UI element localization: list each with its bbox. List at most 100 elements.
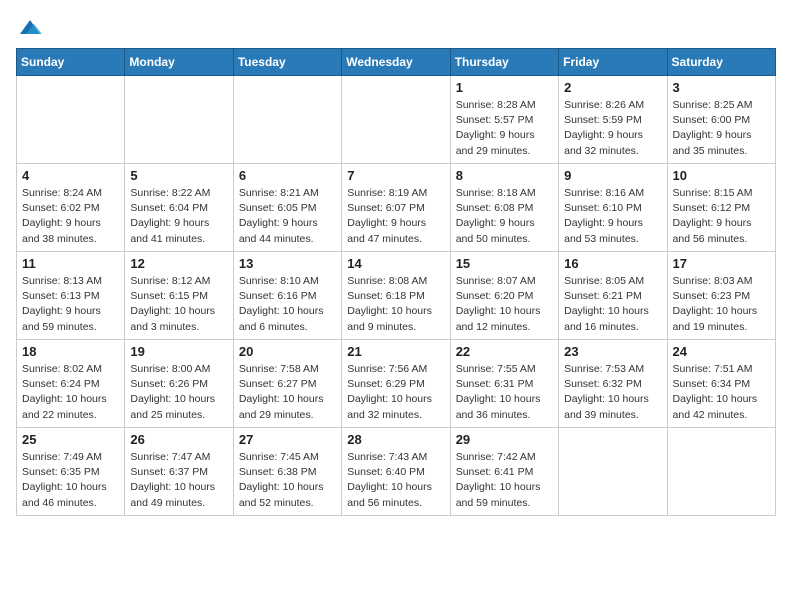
day-header-thursday: Thursday bbox=[450, 49, 558, 76]
day-number: 2 bbox=[564, 80, 661, 95]
calendar-cell bbox=[559, 428, 667, 516]
calendar-header-row: SundayMondayTuesdayWednesdayThursdayFrid… bbox=[17, 49, 776, 76]
day-info: Sunrise: 7:56 AMSunset: 6:29 PMDaylight:… bbox=[347, 362, 444, 423]
calendar-cell: 21 Sunrise: 7:56 AMSunset: 6:29 PMDayligh… bbox=[342, 340, 450, 428]
calendar-week-1: 1 Sunrise: 8:28 AMSunset: 5:57 PMDaylight… bbox=[17, 76, 776, 164]
day-info: Sunrise: 8:08 AMSunset: 6:18 PMDaylight:… bbox=[347, 274, 444, 335]
day-info: Sunrise: 8:24 AMSunset: 6:02 PMDaylight:… bbox=[22, 186, 119, 247]
calendar-cell bbox=[233, 76, 341, 164]
calendar-cell: 25 Sunrise: 7:49 AMSunset: 6:35 PMDayligh… bbox=[17, 428, 125, 516]
calendar-cell: 10 Sunrise: 8:15 AMSunset: 6:12 PMDayligh… bbox=[667, 164, 775, 252]
calendar-cell bbox=[667, 428, 775, 516]
calendar-cell: 15 Sunrise: 8:07 AMSunset: 6:20 PMDayligh… bbox=[450, 252, 558, 340]
day-number: 21 bbox=[347, 344, 444, 359]
day-number: 13 bbox=[239, 256, 336, 271]
day-number: 17 bbox=[673, 256, 770, 271]
calendar-cell: 1 Sunrise: 8:28 AMSunset: 5:57 PMDaylight… bbox=[450, 76, 558, 164]
day-number: 11 bbox=[22, 256, 119, 271]
day-number: 16 bbox=[564, 256, 661, 271]
calendar-cell: 27 Sunrise: 7:45 AMSunset: 6:38 PMDayligh… bbox=[233, 428, 341, 516]
calendar-cell: 23 Sunrise: 7:53 AMSunset: 6:32 PMDayligh… bbox=[559, 340, 667, 428]
day-info: Sunrise: 8:22 AMSunset: 6:04 PMDaylight:… bbox=[130, 186, 227, 247]
day-info: Sunrise: 8:07 AMSunset: 6:20 PMDaylight:… bbox=[456, 274, 553, 335]
day-number: 29 bbox=[456, 432, 553, 447]
calendar-week-5: 25 Sunrise: 7:49 AMSunset: 6:35 PMDayligh… bbox=[17, 428, 776, 516]
day-header-saturday: Saturday bbox=[667, 49, 775, 76]
day-number: 9 bbox=[564, 168, 661, 183]
calendar-cell: 26 Sunrise: 7:47 AMSunset: 6:37 PMDayligh… bbox=[125, 428, 233, 516]
calendar-cell: 13 Sunrise: 8:10 AMSunset: 6:16 PMDayligh… bbox=[233, 252, 341, 340]
calendar-cell bbox=[17, 76, 125, 164]
day-info: Sunrise: 7:47 AMSunset: 6:37 PMDaylight:… bbox=[130, 450, 227, 511]
day-number: 23 bbox=[564, 344, 661, 359]
day-number: 27 bbox=[239, 432, 336, 447]
day-header-wednesday: Wednesday bbox=[342, 49, 450, 76]
day-number: 15 bbox=[456, 256, 553, 271]
logo-icon bbox=[18, 16, 42, 40]
day-number: 4 bbox=[22, 168, 119, 183]
calendar-week-2: 4 Sunrise: 8:24 AMSunset: 6:02 PMDaylight… bbox=[17, 164, 776, 252]
day-info: Sunrise: 8:00 AMSunset: 6:26 PMDaylight:… bbox=[130, 362, 227, 423]
calendar-cell bbox=[125, 76, 233, 164]
calendar-cell bbox=[342, 76, 450, 164]
day-header-friday: Friday bbox=[559, 49, 667, 76]
day-number: 7 bbox=[347, 168, 444, 183]
day-info: Sunrise: 8:02 AMSunset: 6:24 PMDaylight:… bbox=[22, 362, 119, 423]
calendar-cell: 17 Sunrise: 8:03 AMSunset: 6:23 PMDayligh… bbox=[667, 252, 775, 340]
day-info: Sunrise: 7:45 AMSunset: 6:38 PMDaylight:… bbox=[239, 450, 336, 511]
day-info: Sunrise: 7:49 AMSunset: 6:35 PMDaylight:… bbox=[22, 450, 119, 511]
day-header-monday: Monday bbox=[125, 49, 233, 76]
day-number: 18 bbox=[22, 344, 119, 359]
day-number: 6 bbox=[239, 168, 336, 183]
calendar-cell: 20Sunrise: 7:58 AMSunset: 6:27 PMDayligh… bbox=[233, 340, 341, 428]
calendar-cell: 4 Sunrise: 8:24 AMSunset: 6:02 PMDaylight… bbox=[17, 164, 125, 252]
day-info: Sunrise: 8:26 AMSunset: 5:59 PMDaylight:… bbox=[564, 98, 661, 159]
calendar-table: SundayMondayTuesdayWednesdayThursdayFrid… bbox=[16, 48, 776, 516]
day-info: Sunrise: 8:15 AMSunset: 6:12 PMDaylight:… bbox=[673, 186, 770, 247]
day-info: Sunrise: 8:21 AMSunset: 6:05 PMDaylight:… bbox=[239, 186, 336, 247]
day-info: Sunrise: 8:12 AMSunset: 6:15 PMDaylight:… bbox=[130, 274, 227, 335]
day-number: 3 bbox=[673, 80, 770, 95]
calendar-cell: 11 Sunrise: 8:13 AMSunset: 6:13 PMDayligh… bbox=[17, 252, 125, 340]
calendar-cell: 24Sunrise: 7:51 AMSunset: 6:34 PMDayligh… bbox=[667, 340, 775, 428]
day-info: Sunrise: 8:18 AMSunset: 6:08 PMDaylight:… bbox=[456, 186, 553, 247]
day-number: 22 bbox=[456, 344, 553, 359]
day-number: 5 bbox=[130, 168, 227, 183]
calendar-cell: 12Sunrise: 8:12 AMSunset: 6:15 PMDayligh… bbox=[125, 252, 233, 340]
calendar-cell: 7 Sunrise: 8:19 AMSunset: 6:07 PMDaylight… bbox=[342, 164, 450, 252]
day-info: Sunrise: 7:55 AMSunset: 6:31 PMDaylight:… bbox=[456, 362, 553, 423]
calendar-cell: 19 Sunrise: 8:00 AMSunset: 6:26 PMDayligh… bbox=[125, 340, 233, 428]
day-number: 8 bbox=[456, 168, 553, 183]
day-info: Sunrise: 7:58 AMSunset: 6:27 PMDaylight:… bbox=[239, 362, 336, 423]
day-number: 26 bbox=[130, 432, 227, 447]
calendar-cell: 9Sunrise: 8:16 AMSunset: 6:10 PMDaylight… bbox=[559, 164, 667, 252]
logo bbox=[16, 16, 42, 40]
calendar-cell: 5 Sunrise: 8:22 AMSunset: 6:04 PMDaylight… bbox=[125, 164, 233, 252]
day-info: Sunrise: 7:42 AMSunset: 6:41 PMDaylight:… bbox=[456, 450, 553, 511]
day-info: Sunrise: 8:10 AMSunset: 6:16 PMDaylight:… bbox=[239, 274, 336, 335]
calendar-cell: 28 Sunrise: 7:43 AMSunset: 6:40 PMDayligh… bbox=[342, 428, 450, 516]
day-info: Sunrise: 7:51 AMSunset: 6:34 PMDaylight:… bbox=[673, 362, 770, 423]
day-header-tuesday: Tuesday bbox=[233, 49, 341, 76]
day-info: Sunrise: 8:13 AMSunset: 6:13 PMDaylight:… bbox=[22, 274, 119, 335]
day-info: Sunrise: 8:19 AMSunset: 6:07 PMDaylight:… bbox=[347, 186, 444, 247]
calendar-cell: 22 Sunrise: 7:55 AMSunset: 6:31 PMDayligh… bbox=[450, 340, 558, 428]
day-number: 14 bbox=[347, 256, 444, 271]
calendar-cell: 3 Sunrise: 8:25 AMSunset: 6:00 PMDaylight… bbox=[667, 76, 775, 164]
day-info: Sunrise: 8:25 AMSunset: 6:00 PMDaylight:… bbox=[673, 98, 770, 159]
day-info: Sunrise: 7:43 AMSunset: 6:40 PMDaylight:… bbox=[347, 450, 444, 511]
day-info: Sunrise: 8:03 AMSunset: 6:23 PMDaylight:… bbox=[673, 274, 770, 335]
day-number: 1 bbox=[456, 80, 553, 95]
day-number: 10 bbox=[673, 168, 770, 183]
calendar-week-4: 18 Sunrise: 8:02 AMSunset: 6:24 PMDayligh… bbox=[17, 340, 776, 428]
day-info: Sunrise: 8:28 AMSunset: 5:57 PMDaylight:… bbox=[456, 98, 553, 159]
calendar-cell: 16 Sunrise: 8:05 AMSunset: 6:21 PMDayligh… bbox=[559, 252, 667, 340]
day-info: Sunrise: 8:05 AMSunset: 6:21 PMDaylight:… bbox=[564, 274, 661, 335]
calendar-cell: 29 Sunrise: 7:42 AMSunset: 6:41 PMDayligh… bbox=[450, 428, 558, 516]
day-number: 25 bbox=[22, 432, 119, 447]
calendar-cell: 8 Sunrise: 8:18 AMSunset: 6:08 PMDaylight… bbox=[450, 164, 558, 252]
day-number: 28 bbox=[347, 432, 444, 447]
calendar-cell: 14 Sunrise: 8:08 AMSunset: 6:18 PMDayligh… bbox=[342, 252, 450, 340]
day-info: Sunrise: 7:53 AMSunset: 6:32 PMDaylight:… bbox=[564, 362, 661, 423]
day-number: 19 bbox=[130, 344, 227, 359]
